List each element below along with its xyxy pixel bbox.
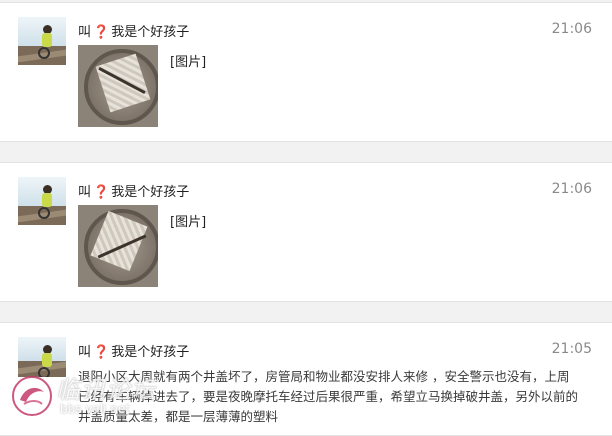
post-card[interactable]: 叫 ❓ 我是个好孩子 21:05 退阳小区大周就有两个井盖坏了，房管局和物业都没安排… <box>0 322 612 436</box>
author-name[interactable]: 叫 ❓ 我是个好孩子 <box>78 21 189 40</box>
avatar-figure-body <box>42 353 52 367</box>
author-prefix: 叫 <box>78 345 92 360</box>
image-tag: [图片] <box>170 215 207 230</box>
post-time: 21:06 <box>551 181 592 197</box>
avatar-figure-body <box>42 33 52 47</box>
author-name[interactable]: 叫 ❓ 我是个好孩子 <box>78 341 189 360</box>
question-mark-icon: ❓ <box>93 185 110 200</box>
post-card[interactable]: 叫 ❓ 我是个好孩子 21:06 [图片] <box>0 162 612 302</box>
image-tag: [图片] <box>170 55 207 70</box>
avatar-bike-wheel <box>38 367 50 377</box>
author-prefix: 叫 <box>78 25 92 40</box>
post-card[interactable]: 叫 ❓ 我是个好孩子 21:06 [图片] <box>0 2 612 142</box>
author-name[interactable]: 叫 ❓ 我是个好孩子 <box>78 181 189 200</box>
author-suffix: 我是个好孩子 <box>111 25 190 40</box>
author-prefix: 叫 <box>78 185 92 200</box>
question-mark-icon: ❓ <box>93 345 110 360</box>
avatar-bike-wheel <box>38 207 50 219</box>
author-suffix: 我是个好孩子 <box>111 345 190 360</box>
image-thumbnail[interactable] <box>78 45 158 127</box>
post-text: 退阳小区大周就有两个井盖坏了，房管局和物业都没安排人来修 ，安全警示也没有，上周… <box>78 369 579 424</box>
avatar[interactable] <box>18 337 66 377</box>
avatar-figure-body <box>42 193 52 207</box>
post-time: 21:06 <box>551 21 592 37</box>
avatar[interactable] <box>18 17 66 65</box>
avatar-bike-wheel <box>38 47 50 59</box>
post-time: 21:05 <box>551 341 592 357</box>
avatar[interactable] <box>18 177 66 225</box>
image-thumbnail[interactable] <box>78 205 158 287</box>
question-mark-icon: ❓ <box>93 25 110 40</box>
author-suffix: 我是个好孩子 <box>111 185 190 200</box>
